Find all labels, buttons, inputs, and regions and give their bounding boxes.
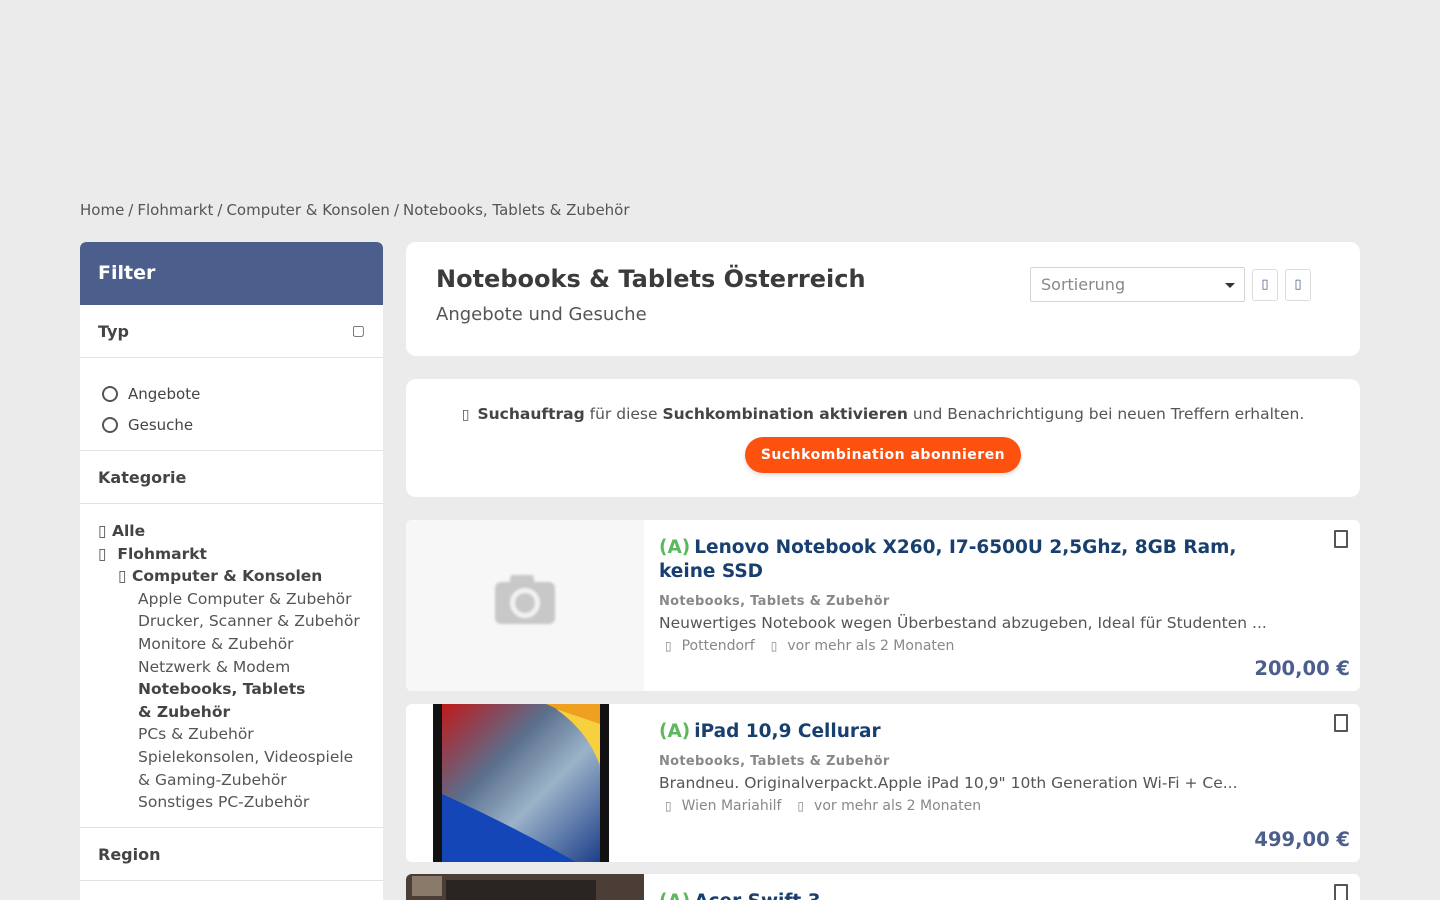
listing-title[interactable]: (A) Acer Swift 3 (659, 890, 1299, 900)
category-label: Computer & Konsolen (132, 567, 323, 586)
laptop-photo (406, 874, 644, 900)
category-spielekonsolen[interactable]: Spielekonsolen, Videospiele & Gaming-Zub… (98, 746, 368, 791)
listing-title-text[interactable]: Lenovo Notebook X260, I7-6500U 2,5Ghz, 8… (659, 537, 1236, 582)
category-flohmarkt[interactable]: ▯ Flohmarkt (98, 543, 365, 566)
chevron-left-icon: ▯ (98, 544, 107, 563)
camera-icon (495, 575, 555, 624)
alert-strong-2: Suchkombination aktivieren (662, 405, 908, 423)
listing-price: 499,00 € (1254, 828, 1350, 851)
category-computer-konsolen[interactable]: ▯ Computer & Konsolen (98, 565, 365, 588)
breadcrumb-home[interactable]: Home (80, 201, 124, 219)
radio-gesuche[interactable]: Gesuche (102, 409, 361, 440)
list-view-icon[interactable]: ▯ (1252, 269, 1278, 301)
alert-strong-1: Suchauftrag (477, 405, 585, 423)
grid-view-icon[interactable]: ▯ (1285, 269, 1311, 301)
listing-category: Notebooks, Tablets & Zubehör (659, 754, 890, 769)
listing-title-text[interactable]: Acer Swift 3 (694, 891, 820, 900)
search-alert-box: ▯ Suchauftrag für diese Suchkombination a… (406, 379, 1360, 497)
kategorie-label: Kategorie (98, 467, 187, 487)
listing-image-placeholder[interactable] (406, 520, 644, 691)
listing-image-laptop[interactable] (406, 874, 644, 900)
chevron-left-icon: ▯ (118, 567, 127, 586)
bell-icon: ▯ (461, 407, 470, 423)
listing-location: Pottendorf (681, 638, 755, 654)
listing-description: Brandneu. Originalverpackt.Apple iPad 10… (659, 774, 1238, 792)
clock-icon: ▯ (770, 639, 778, 653)
listing-card[interactable]: (A) Lenovo Notebook X260, I7-6500U 2,5Ghz… (406, 520, 1360, 691)
category-apple[interactable]: Apple Computer & Zubehör (98, 588, 365, 611)
location-pin-icon: ▯ (665, 799, 672, 813)
radio-circle-icon[interactable] (102, 416, 118, 433)
region-label: Region (98, 844, 161, 864)
chevron-up-icon[interactable]: ▢ (352, 323, 365, 339)
alert-text-4: und Benachrichtigung bei neuen Treffern … (907, 405, 1305, 423)
page-title: Notebooks & Tablets Österreich (436, 265, 866, 293)
sort-placeholder: Sortierung (1041, 275, 1126, 294)
bookmark-icon[interactable] (1334, 530, 1348, 548)
listing-type-tag: (A) (659, 537, 691, 558)
page-subtitle: Angebote und Gesuche (436, 304, 647, 325)
radio-circle-icon[interactable] (102, 385, 118, 402)
breadcrumb-separator: / (393, 201, 399, 219)
category-netzwerk[interactable]: Netzwerk & Modem (98, 656, 365, 679)
sort-select[interactable]: Sortierung (1030, 267, 1245, 302)
radio-label: Gesuche (128, 415, 194, 434)
listing-title-text[interactable]: iPad 10,9 Cellurar (694, 721, 880, 742)
category-sonstiges[interactable]: Sonstiges PC-Zubehör (98, 791, 365, 814)
listing-price: 200,00 € (1254, 657, 1350, 680)
listing-meta: ▯ Wien Mariahilf ▯ vor mehr als 2 Monaten (665, 798, 981, 814)
category-monitore[interactable]: Monitore & Zubehör (98, 633, 365, 656)
chevron-left-icon: ▯ (98, 522, 107, 540)
category-notebooks-selected[interactable]: Notebooks, Tablets & Zubehör (98, 678, 308, 723)
listing-card[interactable]: (A) iPad 10,9 Cellurar Notebooks, Tablets… (406, 704, 1360, 862)
listing-title[interactable]: (A) iPad 10,9 Cellurar (659, 720, 1299, 744)
ipad-photo (433, 704, 609, 862)
category-pcs[interactable]: PCs & Zubehör (98, 723, 365, 746)
listing-image-ipad[interactable] (406, 704, 644, 862)
listing-meta: ▯ Pottendorf ▯ vor mehr als 2 Monaten (665, 638, 954, 654)
breadcrumb-flohmarkt[interactable]: Flohmarkt (137, 201, 213, 219)
radio-angebote[interactable]: Angebote (102, 378, 361, 409)
listing-time: vor mehr als 2 Monaten (814, 798, 982, 814)
listing-time: vor mehr als 2 Monaten (787, 638, 955, 654)
filter-sidebar: Filter Typ ▢ Angebote Gesuche Kategorie … (80, 242, 383, 900)
typ-label: Typ (98, 321, 129, 341)
filter-heading: Filter (80, 242, 383, 305)
listing-title[interactable]: (A) Lenovo Notebook X260, I7-6500U 2,5Ghz… (659, 536, 1299, 584)
breadcrumb-notebooks[interactable]: Notebooks, Tablets & Zubehör (403, 201, 630, 219)
filter-section-region[interactable]: Region (80, 828, 383, 881)
breadcrumb-separator: / (128, 201, 134, 219)
breadcrumb-computer-konsolen[interactable]: Computer & Konsolen (226, 201, 389, 219)
location-pin-icon: ▯ (665, 639, 672, 653)
category-label: Alle (112, 522, 146, 540)
listing-category: Notebooks, Tablets & Zubehör (659, 594, 890, 609)
listing-type-tag: (A) (659, 891, 690, 900)
bookmark-icon[interactable] (1334, 714, 1348, 732)
alert-text-2: für diese (584, 405, 663, 423)
typ-options: Angebote Gesuche (80, 358, 383, 451)
listing-description: Neuwertiges Notebook wegen Überbestand a… (659, 614, 1267, 632)
search-alert-text: ▯ Suchauftrag für diese Suchkombination a… (406, 405, 1360, 423)
category-drucker[interactable]: Drucker, Scanner & Zubehör (98, 610, 365, 633)
subscribe-search-button[interactable]: Suchkombination abonnieren (745, 437, 1021, 473)
listing-card[interactable]: (A) Acer Swift 3 (406, 874, 1360, 900)
breadcrumb: Home / Flohmarkt / Computer & Konsolen / Noteb… (80, 201, 630, 219)
filter-section-typ[interactable]: Typ ▢ (80, 305, 383, 358)
listing-type-tag: (A) (659, 721, 691, 742)
listing-location: Wien Mariahilf (681, 798, 782, 814)
category-tree: ▯ Alle ▯ Flohmarkt ▯ Computer & Konsolen A… (80, 504, 383, 828)
clock-icon: ▯ (797, 799, 805, 813)
results-header: Notebooks & Tablets Österreich Angebote … (406, 242, 1360, 356)
caret-down-icon (1225, 283, 1235, 288)
filter-section-kategorie[interactable]: Kategorie (80, 451, 383, 504)
bookmark-icon[interactable] (1334, 884, 1348, 900)
radio-label: Angebote (128, 384, 201, 403)
category-label: Flohmarkt (117, 544, 207, 563)
category-all[interactable]: ▯ Alle (98, 520, 365, 543)
breadcrumb-separator: / (217, 201, 223, 219)
